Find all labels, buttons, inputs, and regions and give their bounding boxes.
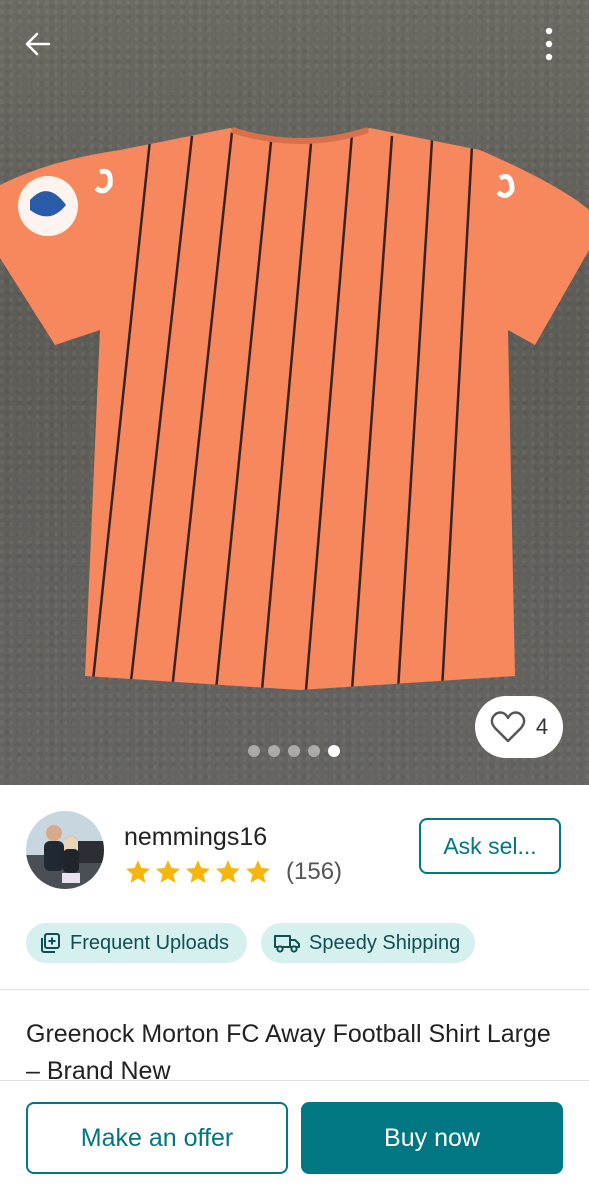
product-photo[interactable]: 4 (0, 0, 589, 785)
favourite-count: 4 (535, 714, 549, 739)
star-icon (125, 860, 151, 883)
star-icon (245, 860, 271, 883)
section-divider (0, 989, 589, 990)
badge-label: Frequent Uploads (70, 931, 229, 954)
star-icon (185, 860, 211, 883)
seller-section: nemmings16 (156) Ask sel... Frequent Upl… (0, 785, 589, 990)
ask-seller-button[interactable]: Ask sel... (419, 818, 561, 874)
pagination-dot[interactable] (248, 745, 260, 757)
review-count: (156) (286, 858, 343, 885)
more-vertical-icon (545, 27, 553, 61)
upload-gallery-icon (41, 933, 60, 953)
star-icon (155, 860, 181, 883)
badge-label: Speedy Shipping (309, 931, 461, 954)
pagination-dot[interactable] (268, 745, 280, 757)
shirt-image (0, 127, 589, 690)
truck-icon (274, 935, 300, 953)
seller-username[interactable]: nemmings16 (124, 823, 267, 852)
more-options-button[interactable] (527, 22, 571, 66)
buy-now-button[interactable]: Buy now (301, 1102, 563, 1174)
favourite-button[interactable]: 4 (475, 696, 563, 758)
pagination-dot[interactable] (308, 745, 320, 757)
heart-icon (490, 711, 526, 743)
bottom-action-bar: Make an offer Buy now (0, 1080, 589, 1201)
speedy-shipping-badge[interactable]: Speedy Shipping (261, 923, 475, 963)
make-offer-button[interactable]: Make an offer (26, 1102, 288, 1174)
avatar-image (26, 811, 104, 889)
star-icon (215, 860, 241, 883)
seller-rating[interactable]: (156) (124, 858, 342, 886)
pagination-dot-active[interactable] (328, 745, 340, 757)
seller-avatar[interactable] (26, 811, 104, 889)
listing-title: Greenock Morton FC Away Football Shirt L… (26, 1020, 551, 1082)
pagination-dot[interactable] (288, 745, 300, 757)
image-pagination (248, 745, 340, 757)
arrow-left-icon (25, 32, 51, 56)
back-button[interactable] (16, 22, 60, 66)
frequent-uploads-badge[interactable]: Frequent Uploads (26, 923, 247, 963)
